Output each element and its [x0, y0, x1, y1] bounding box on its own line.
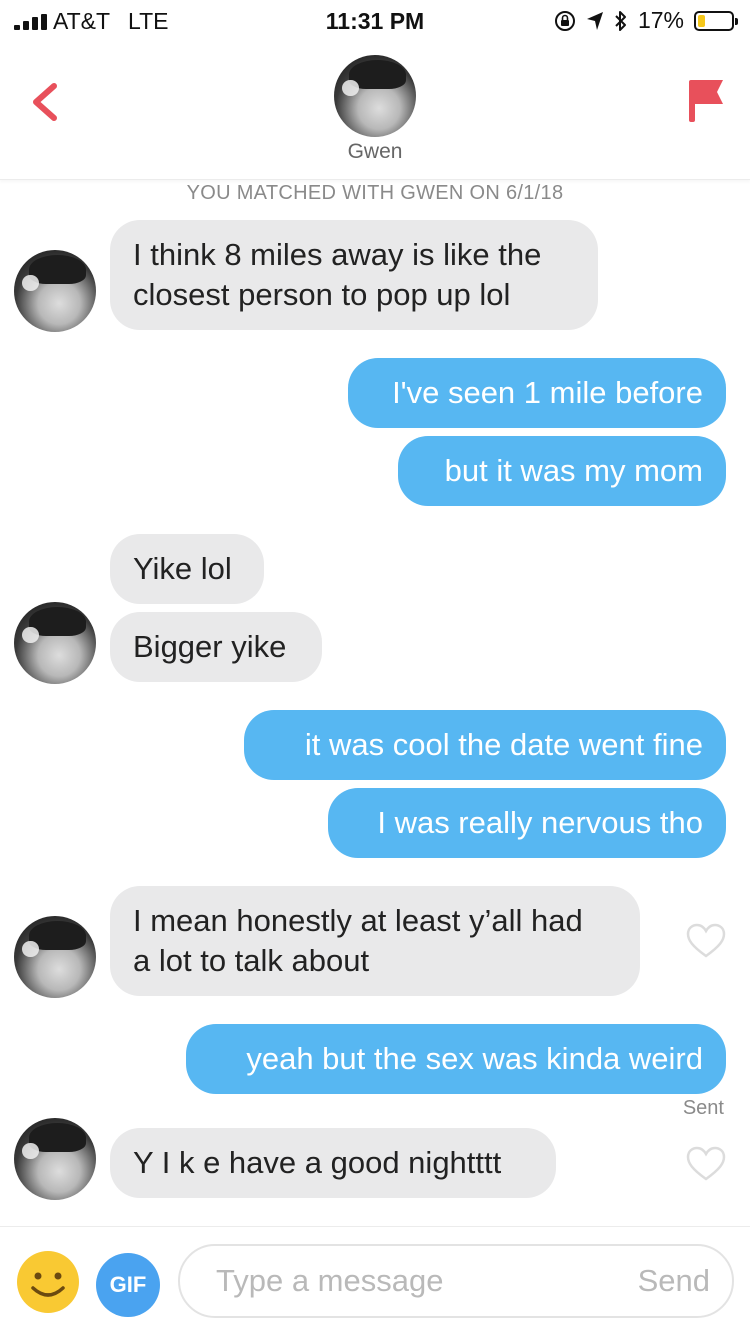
delivery-status: Sent [682, 1097, 724, 1119]
message-line: a lot to talk about [133, 943, 370, 978]
status-bar: AT&T LTE 11:31 PM 17% [0, 0, 750, 40]
message-box: Send [178, 1244, 734, 1318]
heart-icon[interactable] [686, 1146, 726, 1182]
message-line: I think 8 miles away is like the [133, 237, 542, 272]
avatar[interactable] [334, 55, 416, 137]
match-banner: YOU MATCHED WITH GWEN ON 6/1/18 [186, 182, 564, 204]
incoming-message[interactable]: Y I k e have a good nightttt [110, 1128, 556, 1198]
avatar[interactable] [14, 602, 96, 684]
outgoing-message[interactable]: it was cool the date went fine [244, 710, 726, 780]
match-name[interactable]: Gwen [0, 140, 750, 164]
outgoing-message[interactable]: I've seen 1 mile before [348, 358, 726, 428]
location-icon [586, 11, 603, 30]
avatar[interactable] [14, 916, 96, 998]
status-indicators: 17% [554, 7, 738, 34]
send-button[interactable]: Send [638, 1263, 710, 1299]
avatar[interactable] [14, 1118, 96, 1200]
gif-button[interactable]: GIF [96, 1253, 160, 1317]
outgoing-message[interactable]: I was really nervous tho [328, 788, 726, 858]
battery-percent: 17% [637, 7, 684, 33]
smiley-icon[interactable] [16, 1250, 80, 1314]
incoming-message[interactable]: I mean honestly at least y’all had a lot… [110, 886, 640, 996]
bluetooth-icon [615, 10, 626, 31]
battery-level [698, 14, 705, 27]
chat-header: Gwen [0, 40, 750, 180]
lock-rotation-icon [554, 10, 575, 31]
battery-icon [694, 10, 738, 31]
incoming-message[interactable]: Bigger yike [110, 612, 322, 682]
incoming-message[interactable]: Yike lol [110, 534, 264, 604]
outgoing-message[interactable]: yeah but the sex was kinda weird [186, 1024, 726, 1094]
message-line: closest person to pop up lol [133, 277, 511, 312]
message-composer: GIF Send [0, 1226, 750, 1334]
message-input[interactable] [216, 1258, 606, 1304]
incoming-message[interactable]: I think 8 miles away is like the closest… [110, 220, 598, 330]
avatar[interactable] [14, 250, 96, 332]
message-line: I mean honestly at least y’all had [133, 903, 583, 938]
chevron-left-icon[interactable] [26, 80, 66, 124]
heart-icon[interactable] [686, 923, 726, 959]
flag-icon[interactable] [686, 76, 726, 126]
outgoing-message[interactable]: but it was my mom [398, 436, 726, 506]
